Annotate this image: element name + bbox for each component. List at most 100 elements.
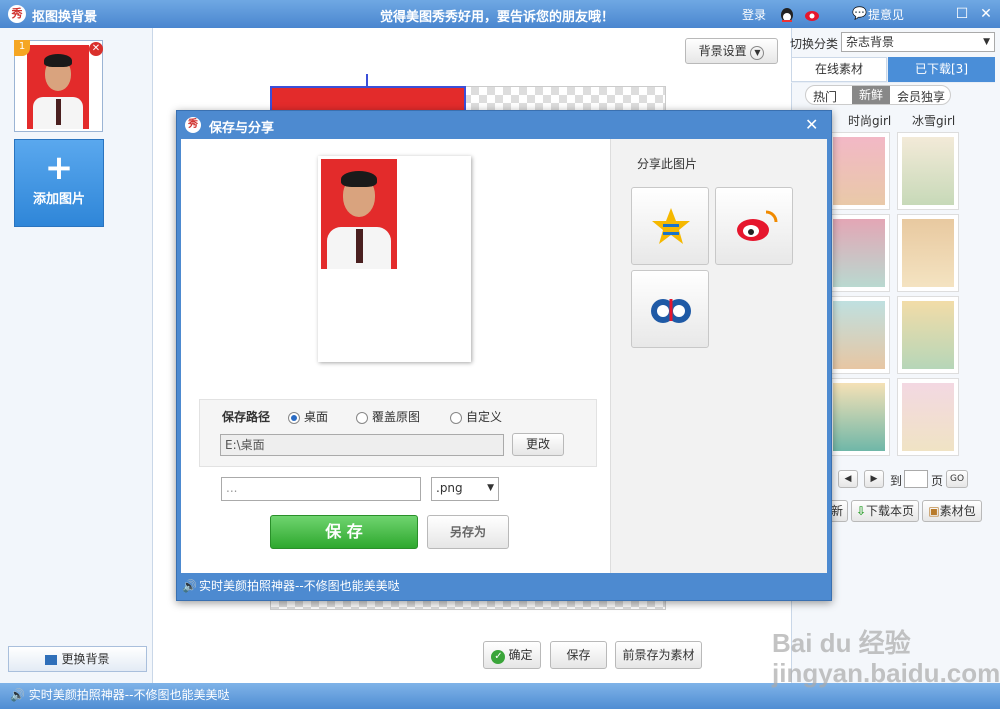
selection-frame[interactable] bbox=[270, 86, 466, 112]
thumbnail-index-badge: 1 bbox=[14, 40, 30, 56]
dialog-footer: 🔊 实时美颜拍照神器--不修图也能美美哒 bbox=[177, 573, 833, 601]
radio-overwrite[interactable]: 覆盖原图 bbox=[356, 408, 420, 425]
category-value: 杂志背景 bbox=[846, 35, 895, 49]
save-path-field[interactable]: E:\桌面 bbox=[220, 434, 504, 456]
save-as-button[interactable]: 另存为 bbox=[427, 515, 509, 549]
qzone-icon bbox=[652, 208, 690, 244]
material-pack-label: 素材包 bbox=[939, 504, 976, 518]
material-pack-button[interactable]: ▣素材包 bbox=[922, 500, 982, 522]
login-link[interactable]: 登录 bbox=[742, 6, 766, 23]
dialog-save-button[interactable]: 保 存 bbox=[270, 515, 418, 549]
material-tile[interactable] bbox=[897, 214, 959, 292]
radio-icon bbox=[356, 411, 368, 424]
background-settings-button[interactable]: 背景设置 ▼ bbox=[685, 38, 778, 64]
next-page-button[interactable]: ▶ bbox=[864, 470, 884, 488]
subtab-vip[interactable]: 会员独享 bbox=[897, 88, 945, 105]
image-icon bbox=[45, 654, 58, 665]
radio-selected-icon bbox=[288, 411, 300, 424]
goto-label: 到 bbox=[890, 474, 903, 488]
preview-portrait-image bbox=[321, 159, 397, 269]
radio-custom[interactable]: 自定义 bbox=[450, 408, 502, 425]
filename-input[interactable]: ... bbox=[221, 477, 421, 501]
qzone-share-button[interactable] bbox=[631, 187, 709, 265]
chat-icon: 💬 bbox=[852, 6, 867, 20]
rotate-handle[interactable] bbox=[366, 74, 368, 86]
radio-desktop[interactable]: 桌面 bbox=[288, 408, 328, 425]
weibo-icon bbox=[737, 210, 778, 241]
renren-share-button[interactable] bbox=[631, 270, 709, 348]
change-path-button[interactable]: 更改 bbox=[512, 433, 564, 456]
app-logo-icon: 秀 bbox=[185, 117, 201, 133]
plus-icon: + bbox=[44, 148, 74, 188]
save-path-box: 保存路径 桌面 覆盖原图 自定义 E:\桌面 更改 bbox=[199, 399, 597, 467]
switch-category-label: 切换分类 bbox=[790, 37, 839, 51]
dropdown-arrow-icon: ▼ bbox=[983, 37, 990, 47]
share-title: 分享此图片 bbox=[637, 157, 698, 171]
material-tile[interactable] bbox=[897, 296, 959, 374]
speaker-icon: 🔊 bbox=[10, 688, 25, 702]
chevron-down-icon: ▼ bbox=[750, 46, 765, 60]
format-value: .png bbox=[436, 481, 463, 495]
tag-fashion-girl[interactable]: 时尚girl bbox=[848, 112, 891, 129]
portrait-image bbox=[27, 45, 89, 129]
maximize-icon[interactable]: ☐ bbox=[952, 4, 972, 24]
download-arrow-icon: ⇩ bbox=[855, 504, 867, 518]
weibo-share-button[interactable] bbox=[715, 187, 793, 265]
canvas-save-button[interactable]: 保存 bbox=[550, 641, 607, 669]
dialog-title: 保存与分享 bbox=[209, 121, 275, 136]
change-background-button[interactable]: 更换背景 bbox=[8, 646, 147, 672]
background-settings-label: 背景设置 bbox=[698, 44, 747, 58]
weibo-small-icon[interactable] bbox=[803, 5, 821, 23]
add-image-label: 添加图片 bbox=[32, 192, 85, 207]
page-input[interactable] bbox=[904, 470, 928, 488]
window-title: 抠图换背景 bbox=[32, 10, 98, 25]
tab-downloaded[interactable]: 已下载[3] bbox=[888, 57, 995, 82]
confirm-label: 确定 bbox=[508, 648, 533, 662]
save-share-dialog: 秀 保存与分享 ✕ 保存路径 桌面 覆盖原图 自定义 E:\桌面 更改 ... … bbox=[176, 110, 832, 601]
material-tile[interactable] bbox=[828, 214, 890, 292]
subtab-new[interactable]: 新鲜 bbox=[852, 86, 890, 104]
radio-custom-label: 自定义 bbox=[466, 410, 503, 424]
app-logo-icon: 秀 bbox=[8, 5, 26, 23]
dialog-footer-text[interactable]: 实时美颜拍照神器--不修图也能美美哒 bbox=[199, 579, 400, 593]
watermark: Bai du 经验 jingyan.baidu.com bbox=[772, 628, 1000, 688]
slogan-text: 觉得美图秀秀好用，要告诉您的朋友哦！ bbox=[380, 10, 615, 25]
go-button[interactable]: GO bbox=[946, 470, 968, 488]
save-path-label: 保存路径 bbox=[222, 410, 271, 424]
save-foreground-button[interactable]: 前景存为素材 bbox=[615, 641, 702, 669]
status-text[interactable]: 实时美颜拍照神器--不修图也能美美哒 bbox=[29, 688, 230, 702]
category-select[interactable]: 杂志背景 ▼ bbox=[841, 32, 995, 52]
radio-icon bbox=[450, 411, 462, 424]
check-icon: ✓ bbox=[491, 650, 506, 664]
close-icon[interactable]: ✕ bbox=[976, 4, 996, 24]
add-image-button[interactable]: + 添加图片 bbox=[14, 139, 104, 227]
qq-icon[interactable] bbox=[778, 5, 796, 23]
material-tile[interactable] bbox=[828, 296, 890, 374]
material-tile[interactable] bbox=[828, 132, 890, 210]
material-tile[interactable] bbox=[897, 378, 959, 456]
format-select[interactable]: .png ▼ bbox=[431, 477, 499, 501]
dialog-close-icon[interactable]: ✕ bbox=[805, 115, 818, 134]
speaker-icon: 🔊 bbox=[182, 579, 197, 593]
confirm-button[interactable]: ✓ 确定 bbox=[483, 641, 541, 669]
package-icon: ▣ bbox=[928, 504, 940, 518]
save-preview bbox=[318, 156, 471, 362]
title-bar: 秀 抠图换背景 觉得美图秀秀好用，要告诉您的朋友哦！ 登录 💬 提意见 ☐ ✕ bbox=[0, 0, 1000, 28]
page-label: 页 bbox=[931, 474, 944, 488]
subtab-hot[interactable]: 热门 bbox=[813, 88, 837, 105]
download-page-label: 下载本页 bbox=[866, 504, 915, 518]
prev-page-button[interactable]: ◀ bbox=[838, 470, 858, 488]
renren-icon bbox=[651, 299, 691, 323]
tag-ice-girl[interactable]: 冰雪girl bbox=[912, 112, 955, 129]
remove-photo-icon[interactable]: ✕ bbox=[89, 42, 103, 56]
radio-overwrite-label: 覆盖原图 bbox=[372, 410, 421, 424]
change-background-label: 更换背景 bbox=[61, 652, 110, 666]
radio-desktop-label: 桌面 bbox=[304, 410, 329, 424]
feedback-link[interactable]: 提意见 bbox=[868, 6, 904, 23]
tab-online[interactable]: 在线素材 bbox=[791, 57, 887, 82]
material-tile[interactable] bbox=[897, 132, 959, 210]
download-page-button[interactable]: ⇩下载本页 bbox=[851, 500, 919, 522]
dialog-title-bar: 秀 保存与分享 ✕ bbox=[177, 111, 833, 139]
material-tile[interactable] bbox=[828, 378, 890, 456]
dropdown-arrow-icon: ▼ bbox=[487, 483, 494, 493]
